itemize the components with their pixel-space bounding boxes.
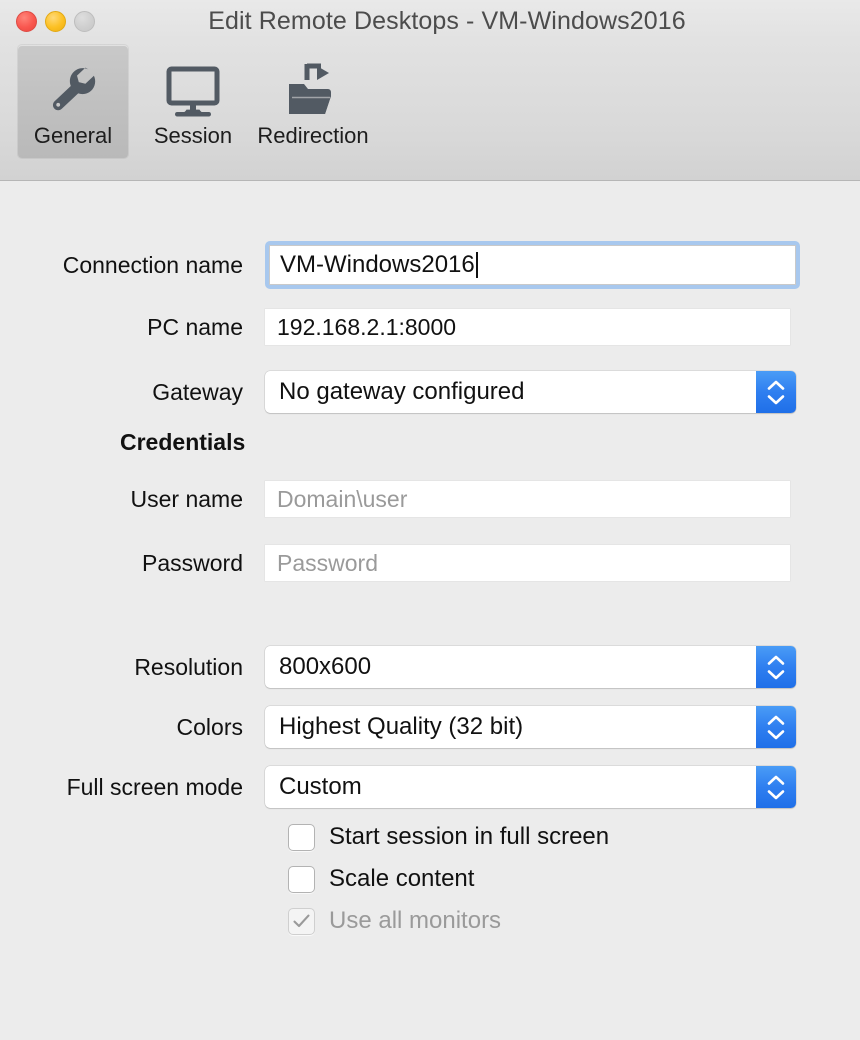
row-password: Password Password <box>0 545 790 581</box>
password-input[interactable]: Password <box>265 545 790 581</box>
row-credentials-header: Credentials <box>0 429 265 456</box>
window-title: Edit Remote Desktops - VM-Windows2016 <box>208 7 686 35</box>
tab-general-label: General <box>33 123 113 148</box>
tab-session-label: Session <box>153 123 233 148</box>
colors-value: Highest Quality (32 bit) <box>279 713 524 740</box>
gateway-label: Gateway <box>152 378 243 405</box>
tab-general[interactable]: General <box>18 45 128 158</box>
row-user-name: User name Domain\user <box>0 481 790 517</box>
row-full-screen-mode: Full screen mode Custom <box>0 766 796 808</box>
resolution-select[interactable]: 800x600 <box>265 646 796 688</box>
password-label: Password <box>142 549 243 576</box>
chevron-updown-icon[interactable] <box>756 766 796 808</box>
user-name-input[interactable]: Domain\user <box>265 481 790 517</box>
checkbox-start-session-full-screen[interactable] <box>288 823 315 851</box>
pc-name-label: PC name <box>147 313 243 340</box>
resolution-label: Resolution <box>134 653 243 680</box>
row-resolution: Resolution 800x600 <box>0 646 796 688</box>
gateway-value: No gateway configured <box>279 378 525 405</box>
chevron-updown-icon[interactable] <box>756 646 796 688</box>
full-screen-mode-label: Full screen mode <box>66 773 243 800</box>
toolbar: General Session Redirection <box>18 45 860 160</box>
tab-session[interactable]: Session <box>138 45 248 158</box>
checkbox-label-use-all-monitors: Use all monitors <box>329 907 502 934</box>
text-caret <box>475 252 478 278</box>
resolution-value: 800x600 <box>279 653 372 680</box>
connection-name-input[interactable]: VM-Windows2016 <box>265 241 800 289</box>
tab-redirection[interactable]: Redirection <box>257 45 369 158</box>
checkbox-row-use-all-monitors: Use all monitors <box>288 907 501 935</box>
connection-name-label: Connection name <box>62 251 243 278</box>
row-connection-name: Connection name VM-Windows2016 <box>0 241 800 289</box>
password-placeholder: Password <box>277 549 378 576</box>
full-screen-mode-select[interactable]: Custom <box>265 766 796 808</box>
gateway-select[interactable]: No gateway configured <box>265 371 796 413</box>
monitor-icon <box>163 57 223 123</box>
colors-select[interactable]: Highest Quality (32 bit) <box>265 706 796 748</box>
full-screen-mode-value: Custom <box>279 773 362 800</box>
checkbox-row-start-session-full-screen[interactable]: Start session in full screen <box>288 823 609 851</box>
row-gateway: Gateway No gateway configured <box>0 371 796 413</box>
chevron-updown-icon[interactable] <box>756 371 796 413</box>
chevron-updown-icon[interactable] <box>756 706 796 748</box>
checkbox-row-scale-content[interactable]: Scale content <box>288 865 474 893</box>
user-name-label: User name <box>130 485 243 512</box>
row-colors: Colors Highest Quality (32 bit) <box>0 706 796 748</box>
checkbox-use-all-monitors <box>288 907 315 935</box>
edit-remote-desktops-window: Edit Remote Desktops - VM-Windows2016 Ge… <box>0 0 860 1040</box>
checkmark-icon <box>293 914 310 928</box>
user-name-placeholder: Domain\user <box>277 485 408 512</box>
tab-redirection-label: Redirection <box>257 123 369 148</box>
pc-name-value: 192.168.2.1:8000 <box>277 313 457 340</box>
general-settings-panel: Connection name VM-Windows2016 PC name 1… <box>0 181 860 1040</box>
folder-arrow-icon <box>283 57 343 123</box>
pc-name-input[interactable]: 192.168.2.1:8000 <box>265 309 790 345</box>
colors-label: Colors <box>176 713 243 740</box>
connection-name-value: VM-Windows2016 <box>280 251 475 278</box>
window-chrome: Edit Remote Desktops - VM-Windows2016 Ge… <box>0 0 860 181</box>
row-pc-name: PC name 192.168.2.1:8000 <box>0 309 790 345</box>
checkbox-label-scale-content: Scale content <box>329 865 475 892</box>
checkbox-label-start-session-full-screen: Start session in full screen <box>329 823 610 850</box>
credentials-header: Credentials <box>120 429 246 455</box>
wrench-icon <box>43 57 103 123</box>
checkbox-scale-content[interactable] <box>288 865 315 893</box>
